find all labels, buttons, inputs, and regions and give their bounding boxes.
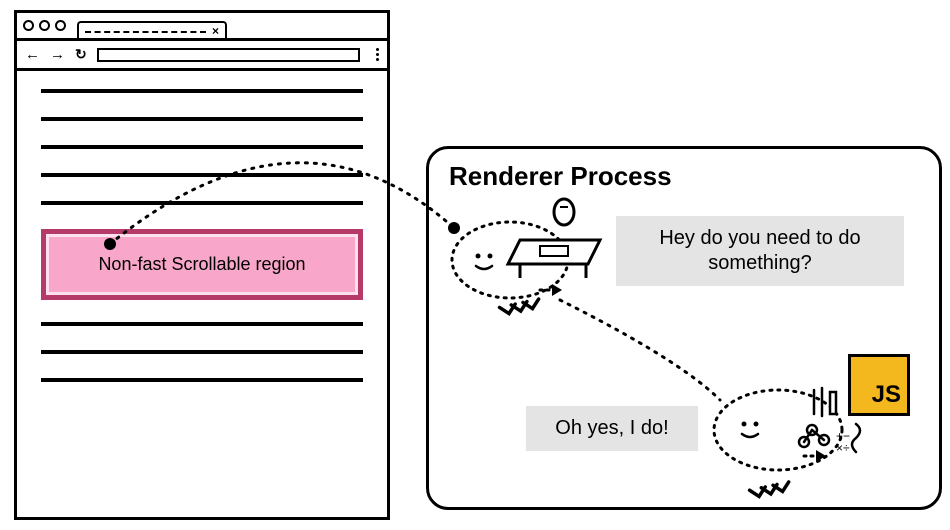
browser-tab: × [77,21,227,39]
region-label: Non-fast Scrollable region [98,254,305,274]
text-line [41,173,363,177]
reload-icon: ↻ [75,46,87,63]
bubble-text: Hey do you need to do something? [659,227,860,274]
forward-arrow-icon: → [50,46,65,63]
bubble-text: Oh yes, I do! [555,417,668,439]
traffic-light-icon [39,20,50,31]
text-line [41,201,363,205]
page-content: Non-fast Scrollable region [17,71,387,416]
url-bar [97,48,360,62]
traffic-light-icon [23,20,34,31]
speech-bubble-main-thread: Oh yes, I do! [526,406,698,451]
js-label: JS [872,381,901,409]
text-line [41,322,363,326]
tab-title-placeholder [85,31,206,33]
text-line [41,117,363,121]
text-line [41,378,363,382]
traffic-light-icon [55,20,66,31]
text-line [41,145,363,149]
back-arrow-icon: ← [25,46,40,63]
browser-toolbar: ← → ↻ [17,41,387,71]
close-icon: × [212,24,219,38]
renderer-process-box: Renderer Process [426,146,942,510]
speech-bubble-compositor: Hey do you need to do something? [616,216,904,286]
renderer-title: Renderer Process [449,161,923,192]
text-line [41,350,363,354]
non-fast-scrollable-region: Non-fast Scrollable region [41,229,363,300]
browser-window-wireframe: × ← → ↻ Non-fast Scrollable region [14,10,390,520]
js-box: JS [848,354,910,416]
kebab-menu-icon [376,48,379,61]
browser-titlebar: × [17,13,387,41]
text-line [41,89,363,93]
